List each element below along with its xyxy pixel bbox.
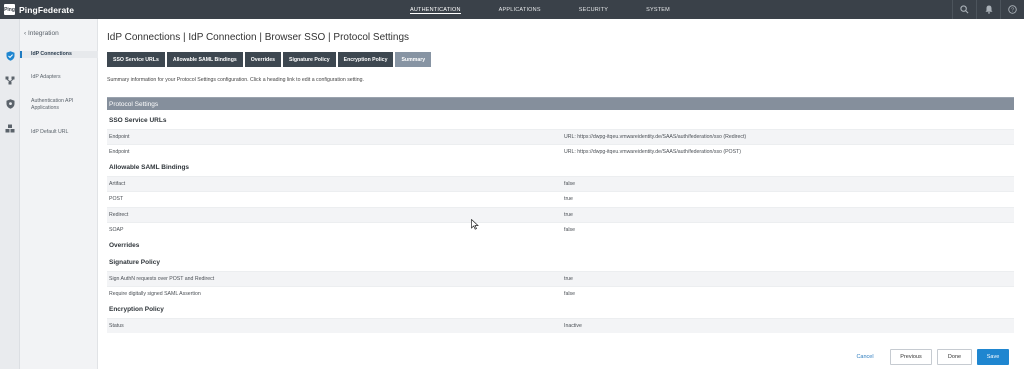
row-key: Require digitally signed SAML Assertion (109, 291, 201, 297)
section-title: Protocol Settings (109, 100, 159, 108)
topnav-applications[interactable]: APPLICATIONS (499, 0, 541, 19)
top-nav: AUTHENTICATION APPLICATIONS SECURITY SYS… (410, 0, 708, 19)
bell-icon[interactable] (976, 0, 1000, 19)
row-key: Redirect (109, 212, 129, 218)
row-value: Inactive (564, 323, 582, 329)
overrides-heading[interactable]: Overrides (109, 242, 139, 249)
wizard-tabs: SSO Service URLs Allowable SAML Bindings… (107, 52, 433, 67)
subnav-item-authentication-api-applications[interactable]: Authentication API Applications (20, 98, 96, 112)
page-title: IdP Connections | IdP Connection | Brows… (107, 32, 410, 43)
row-value: true (564, 276, 573, 282)
table-row: POST true (107, 191, 1014, 206)
sso-service-urls-heading[interactable]: SSO Service URLs (109, 117, 166, 124)
tab-sso-service-urls[interactable]: SSO Service URLs (107, 52, 165, 67)
tab-encryption-policy[interactable]: Encryption Policy (337, 52, 394, 67)
row-value: URL: https://dwpg-itqeu.vmwareidentity.d… (564, 149, 741, 155)
sub-nav: ‹ Integration IdP Connections IdP Adapte… (20, 19, 98, 369)
help-icon[interactable]: ? (1000, 0, 1024, 19)
row-key: Endpoint (109, 149, 130, 155)
ping-logo-icon: Ping (4, 4, 15, 15)
table-row: Sign AuthN requests over POST and Redire… (107, 271, 1014, 286)
row-value: false (564, 291, 575, 297)
table-row: Endpoint URL: https://dwpg-itqeu.vmwarei… (107, 144, 1014, 159)
previous-button[interactable]: Previous (890, 349, 932, 365)
table-row: SOAP false (107, 222, 1014, 237)
tab-signature-policy[interactable]: Signature Policy (282, 52, 336, 67)
topnav-system[interactable]: SYSTEM (646, 0, 670, 19)
row-key: Sign AuthN requests over POST and Redire… (109, 276, 215, 282)
tab-allowable-saml-bindings[interactable]: Allowable SAML Bindings (166, 52, 243, 67)
signature-policy-heading[interactable]: Signature Policy (109, 259, 160, 266)
network-icon[interactable] (0, 68, 20, 92)
topnav-authentication[interactable]: AUTHENTICATION (410, 0, 461, 19)
row-key: Endpoint (109, 134, 130, 140)
done-button[interactable]: Done (937, 349, 972, 365)
row-key: Artifact (109, 181, 126, 187)
page-description: Summary information for your Protocol Se… (107, 77, 364, 83)
allowable-saml-bindings-heading[interactable]: Allowable SAML Bindings (109, 164, 189, 171)
subnav-item-idp-default-url[interactable]: IdP Default URL (20, 129, 98, 136)
shield-check-icon[interactable] (0, 44, 20, 68)
subnav-item-idp-connections[interactable]: IdP Connections (20, 51, 98, 58)
cancel-button[interactable]: Cancel (850, 349, 880, 365)
svg-text:?: ? (1011, 7, 1014, 13)
save-button[interactable]: Save (977, 349, 1009, 365)
table-row: Endpoint URL: https://dwpg-itqeu.vmwarei… (107, 129, 1014, 144)
logo[interactable]: Ping PingFederate (4, 4, 74, 15)
app-name: PingFederate (19, 4, 75, 15)
topnav-security[interactable]: SECURITY (579, 0, 608, 19)
main-content: IdP Connections | IdP Connection | Brows… (98, 19, 1024, 369)
row-key: POST (109, 196, 124, 202)
table-row: Redirect true (107, 207, 1014, 222)
table-row: Artifact false (107, 176, 1014, 191)
row-value: true (564, 196, 573, 202)
table-row: Require digitally signed SAML Assertion … (107, 286, 1014, 301)
encryption-policy-heading[interactable]: Encryption Policy (109, 306, 164, 313)
cubes-icon[interactable] (0, 116, 20, 140)
tab-summary[interactable]: Summary (395, 52, 432, 67)
table-row: Status Inactive (107, 318, 1014, 333)
shield-icon[interactable] (0, 92, 20, 116)
icon-rail (0, 19, 20, 369)
mouse-cursor-icon (471, 217, 479, 235)
search-icon[interactable] (952, 0, 976, 19)
row-key: SOAP (109, 227, 124, 233)
back-to-integration-link[interactable]: ‹ Integration (24, 30, 59, 37)
protocol-settings-section-bar: Protocol Settings (107, 97, 1014, 110)
top-bar: Ping PingFederate AUTHENTICATION APPLICA… (0, 0, 1024, 19)
row-value: URL: https://dwpg-itqeu.vmwareidentity.d… (564, 134, 747, 140)
tab-overrides[interactable]: Overrides (244, 52, 281, 67)
row-key: Status (109, 323, 124, 329)
row-value: true (564, 212, 573, 218)
top-icons: ? (952, 0, 1024, 19)
row-value: false (564, 227, 575, 233)
subnav-item-idp-adapters[interactable]: IdP Adapters (20, 74, 98, 81)
row-value: false (564, 181, 575, 187)
